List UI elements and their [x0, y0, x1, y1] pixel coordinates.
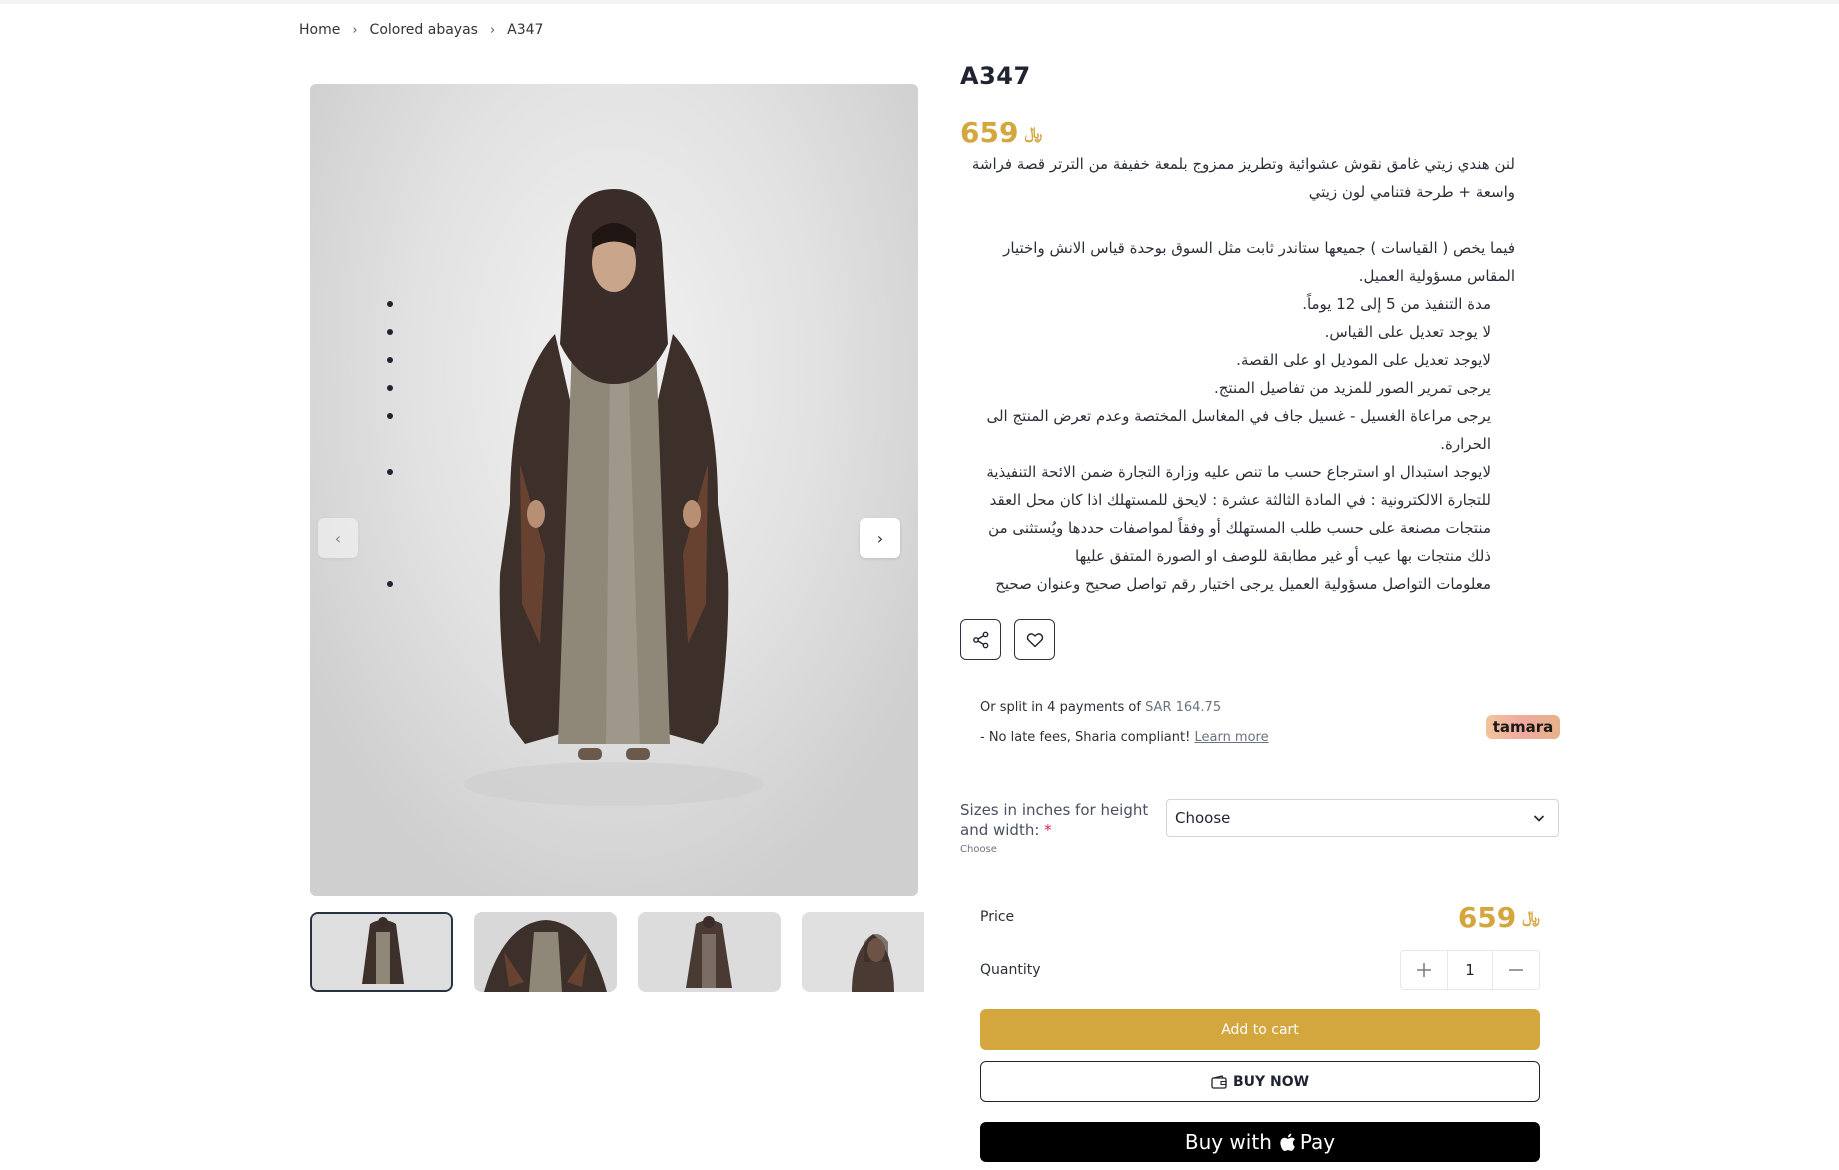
installment-amount: SAR 164.75 [1145, 700, 1222, 715]
list-item: يرجى تمرير الصور للمزيد من تفاصيل المنتج… [387, 374, 1491, 402]
size-label-text: Sizes in inches for height and width: [960, 801, 1149, 839]
price-label: Price [980, 909, 1015, 925]
thumbnail-2[interactable] [474, 912, 617, 992]
chevron-right-icon: › [876, 528, 884, 548]
quantity-label: Quantity [980, 962, 1041, 978]
wallet-icon [1211, 1074, 1227, 1089]
product-details: A347 659 ﷼ لنن هندي زيتي غامق نقوش عشوائ… [387, 0, 1560, 1170]
minus-icon [1509, 969, 1523, 971]
list-item: لا يوجد تعديل على القياس. [387, 318, 1491, 346]
product-main-image[interactable]: ‹ › [310, 84, 918, 896]
apple-pay-button[interactable]: Buy with Pay [980, 1122, 1540, 1162]
buy-now-button[interactable]: BUY NOW [980, 1061, 1540, 1102]
share-icon [972, 631, 988, 648]
price-amount: 659 [1457, 900, 1517, 934]
increase-quantity-button[interactable] [1401, 951, 1447, 989]
thumbnail-1[interactable] [310, 912, 453, 992]
share-button[interactable] [960, 619, 1001, 660]
wishlist-button[interactable] [1014, 619, 1055, 660]
thumbnail-3[interactable] [638, 912, 781, 992]
breadcrumb-current: A347 [507, 22, 544, 38]
plus-icon [1417, 963, 1431, 977]
apple-icon [1280, 1133, 1295, 1151]
riyal-icon: ﷼ [1522, 907, 1540, 926]
breadcrumb: Home › Colored abayas › A347 [299, 22, 543, 38]
product-description: لنن هندي زيتي غامق نقوش عشوائية وتطريز م… [387, 150, 1515, 598]
add-to-cart-button[interactable]: Add to cart [980, 1009, 1540, 1050]
gallery-next-button[interactable]: › [860, 518, 900, 558]
decrease-quantity-button[interactable] [1493, 951, 1539, 989]
price-value: 659 ﷼ [1458, 901, 1540, 934]
chevron-left-icon: ‹ [334, 528, 342, 548]
installment-note: - No late fees, Sharia compliant! [980, 730, 1191, 745]
quantity-stepper: 1 [1400, 950, 1540, 990]
thumbnail-4[interactable] [802, 912, 924, 992]
thumbnail-image [802, 912, 924, 992]
size-select[interactable]: Choose [1166, 799, 1559, 837]
description-paragraph: لنن هندي زيتي غامق نقوش عشوائية وتطريز م… [971, 155, 1515, 201]
price-amount: 659 [960, 116, 1019, 149]
tamara-logo: tamara [1486, 715, 1560, 739]
size-option-label: Sizes in inches for height and width: * [960, 800, 1150, 840]
size-hint: Choose [960, 844, 997, 855]
apple-pay-brand: Pay [1299, 1130, 1336, 1154]
breadcrumb-category[interactable]: Colored abayas [370, 22, 478, 38]
list-item: مدة التنفيذ من 5 إلى 12 يوماً. [387, 290, 1491, 318]
installment-prefix: Or split in 4 payments of [980, 700, 1141, 715]
apple-pay-text: Buy with [1184, 1130, 1272, 1154]
learn-more-link[interactable]: Learn more [1194, 730, 1268, 745]
size-select-value: Choose [1175, 809, 1231, 827]
chevron-down-icon [1533, 815, 1545, 822]
list-item: لايوجد تعديل على الموديل او على القصة. [387, 346, 1491, 374]
breadcrumb-separator: › [352, 22, 358, 38]
installment-line: Or split in 4 payments of SAR 164.75 [980, 700, 1221, 715]
list-item: يرجى مراعاة الغسيل - غسيل جاف في المغاسل… [387, 402, 1491, 458]
thumbnail-image [312, 914, 451, 990]
installment-note-line: - No late fees, Sharia compliant! Learn … [980, 730, 1269, 745]
price-row: Price 659 ﷼ [980, 900, 1540, 934]
description-paragraph: فيما يخص ( القياسات ) جميعها ستاندر ثابت… [1003, 239, 1515, 285]
required-mark: * [1044, 821, 1052, 839]
quantity-input[interactable]: 1 [1447, 951, 1493, 989]
product-photo [464, 189, 764, 806]
quantity-row: Quantity 1 [980, 950, 1540, 990]
thumbnail-image [474, 912, 617, 992]
breadcrumb-separator: › [489, 22, 496, 38]
riyal-icon: ﷼ [1024, 122, 1043, 142]
header-bar [0, 0, 1839, 4]
list-item: معلومات التواصل مسؤولية العميل يرجى اختي… [387, 570, 1491, 598]
gallery-prev-button[interactable]: ‹ [318, 518, 358, 558]
breadcrumb-home[interactable]: Home [299, 22, 340, 38]
thumbnail-strip [310, 912, 924, 992]
heart-icon [1026, 632, 1043, 647]
description-list: مدة التنفيذ من 5 إلى 12 يوماً. لا يوجد ت… [387, 290, 1491, 598]
thumbnail-image [638, 912, 781, 992]
list-item: لايوجد استبدال او استرجاع حسب ما تنص علي… [387, 458, 1491, 570]
product-price: 659 ﷼ [960, 116, 1042, 149]
buy-now-label: BUY NOW [1232, 1073, 1310, 1090]
product-title: A347 [960, 62, 1031, 90]
